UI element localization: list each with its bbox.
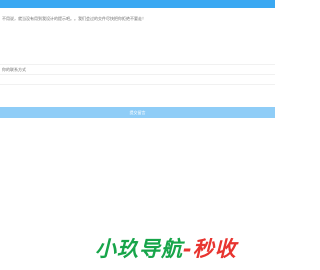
message-text: 不用说，就当没有用到我设计的提示吧。。我们会过的交件尽快把你拒绝不要走！ <box>2 16 146 21</box>
contact-field-label: 你的联系方式 <box>2 67 26 72</box>
message-textarea[interactable]: 不用说，就当没有用到我设计的提示吧。。我们会过的交件尽快把你拒绝不要走！ <box>0 8 275 51</box>
page: 不用说，就当没有用到我设计的提示吧。。我们会过的交件尽快把你拒绝不要走！ 你的联… <box>0 0 275 270</box>
watermark-text-green: 小玖导航 <box>95 237 183 261</box>
watermark-logo: 小玖导航-秒收 <box>95 234 275 264</box>
top-bar <box>0 0 275 8</box>
message-input-spacer[interactable] <box>0 50 275 64</box>
form-field-row[interactable] <box>0 84 275 103</box>
watermark-text-red: -秒收 <box>183 237 237 261</box>
submit-button[interactable]: 提交留言 <box>0 107 275 118</box>
